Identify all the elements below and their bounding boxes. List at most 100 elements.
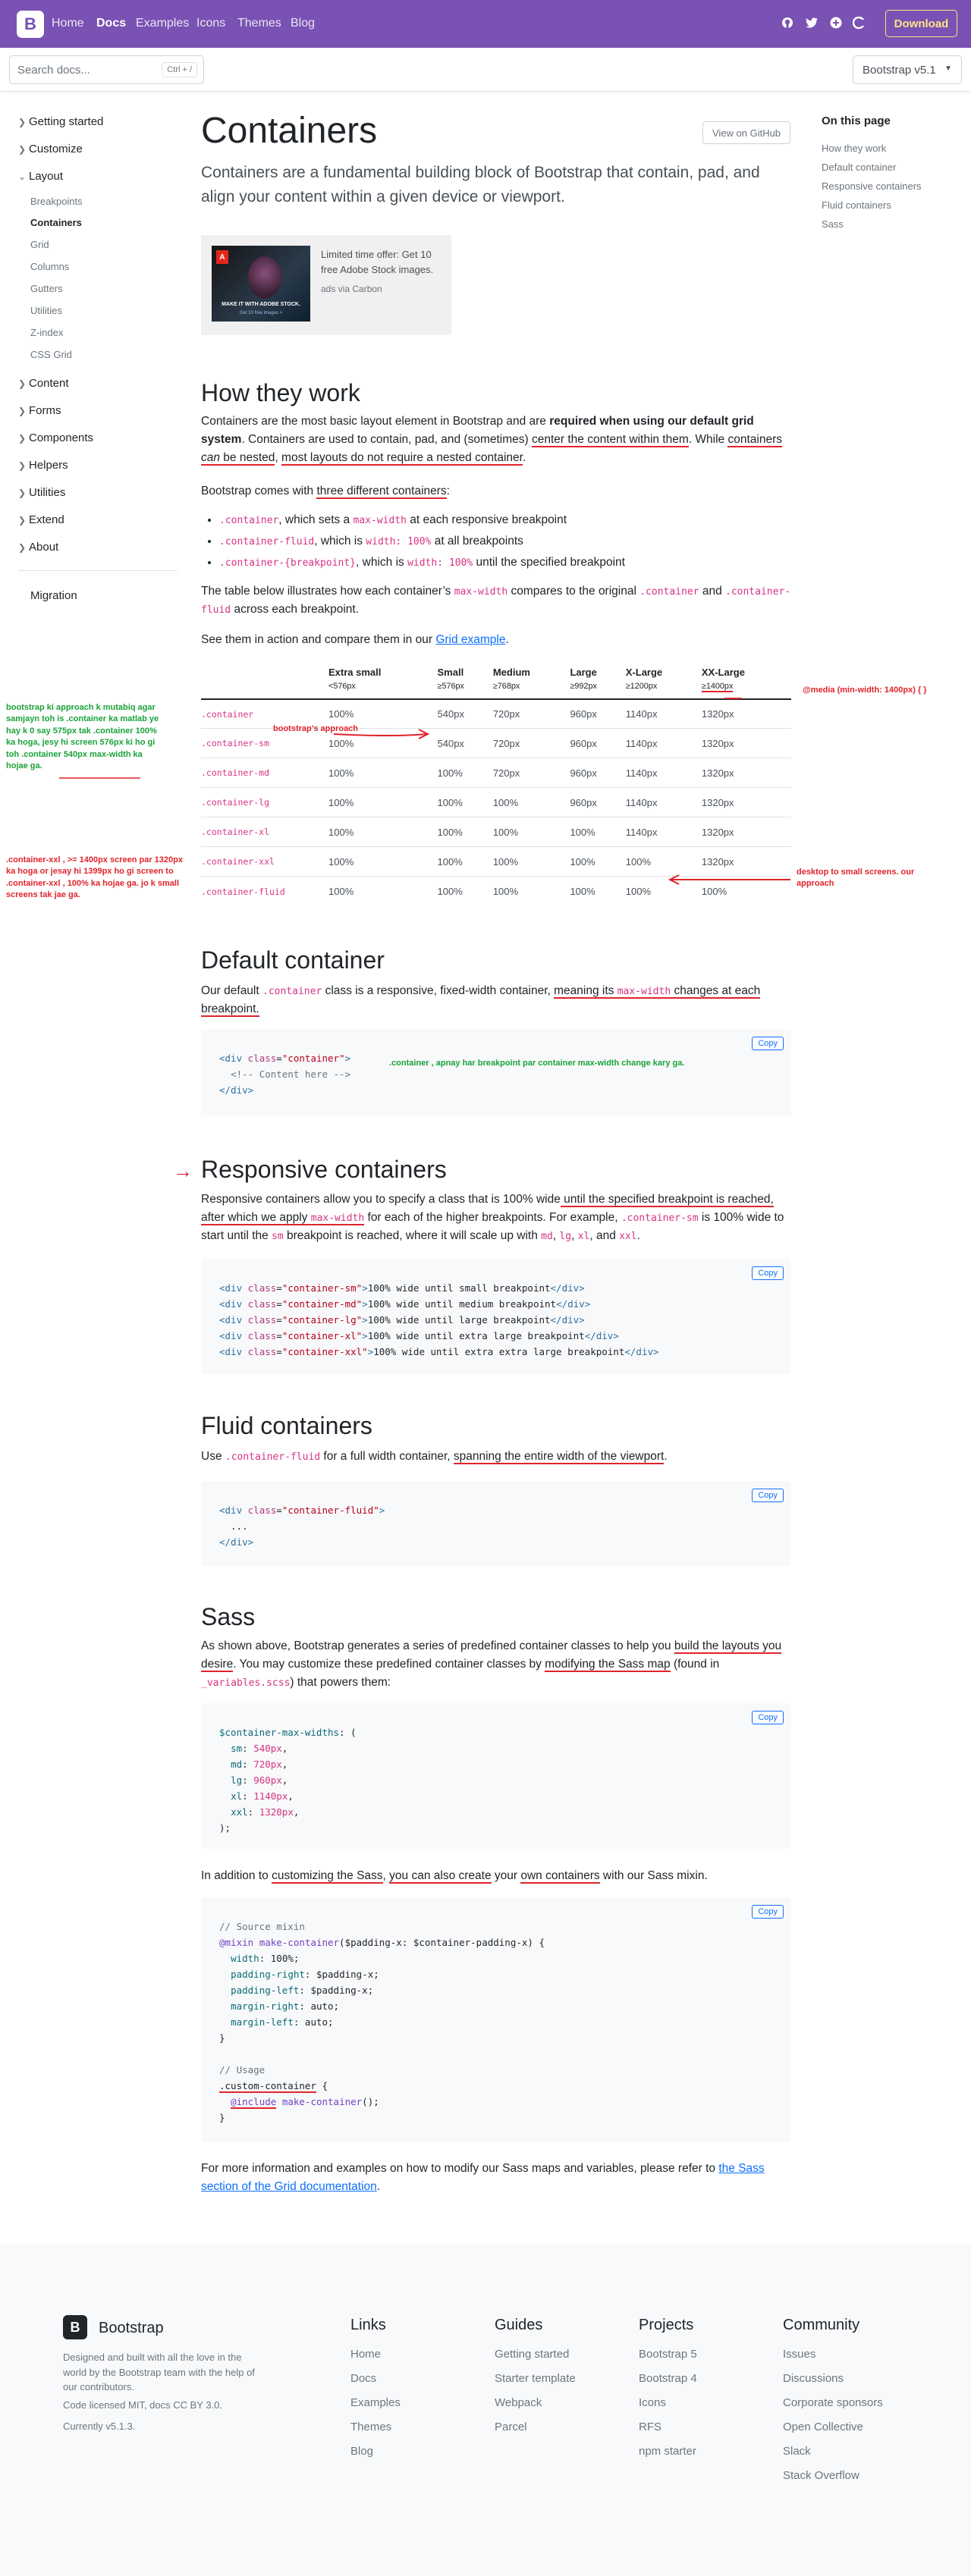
copy-button[interactable]: Copy [752,1266,784,1280]
code-token: md [231,1759,243,1770]
code-token: class [247,1282,277,1294]
code-block-fluid: Copy <div class="container-fluid"> ... <… [201,1481,791,1566]
code-token: </div> [550,1314,585,1326]
code-block-default: Copy <div class="container"> <!-- Conten… [201,1029,791,1115]
code-block-sass-map: Copy $container-max-widths: ( sm: 540px,… [201,1703,791,1849]
footer-column-title: Community [783,2317,860,2333]
code-line: <div class="container-xl">100% wide unti… [219,1330,619,1341]
annotation-default-note: .container , apnay har breakpoint par co… [389,1059,685,1068]
code-line: <div class="container-lg">100% wide unti… [219,1314,585,1326]
footer-link[interactable]: Discussions [783,2372,844,2385]
code-token: "container-sm" [281,1282,363,1294]
code-token: <div [219,1346,243,1357]
footer-link[interactable]: Home [350,2348,381,2361]
copy-button[interactable]: Copy [752,1905,784,1919]
code-token: 1140px [253,1790,288,1802]
footer-column-title: Links [350,2317,386,2333]
section-heading-fluid-containers: Fluid containers [201,1412,372,1439]
footer-link[interactable]: Open Collective [783,2421,863,2433]
code-token: 540px [253,1743,282,1754]
footer-column-title: Guides [495,2317,543,2333]
code-sass-map: $container-max-widths: ( sm: 540px, md: … [219,1727,357,1834]
footer-link[interactable]: Parcel [495,2421,527,2433]
sass-paragraph-1: As shown above, Bootstrap generates a se… [201,1639,782,1690]
code-block-sass-mixin: Copy // Source mixin @mixin make-contain… [201,1897,791,2141]
code-token: make-container [281,2096,363,2107]
code-token: make-container [259,1937,340,1948]
code-token: "container-lg" [281,1314,363,1326]
footer-link[interactable]: Icons [639,2396,666,2409]
footer-brand[interactable]: Bootstrap [99,2320,164,2337]
code-token: xl [231,1790,243,1802]
code-token: .custom-container [219,2080,316,2093]
footer-link[interactable]: Getting started [495,2348,569,2361]
copy-button[interactable]: Copy [752,1037,784,1050]
footer-link[interactable]: Starter template [495,2372,576,2385]
annotation-strokes [59,698,790,885]
code-token: padding-right [231,1969,305,1980]
code-token: 100% wide until large breakpoint [367,1314,551,1326]
code-token: sm [231,1743,243,1754]
code-token: </div> [624,1346,659,1357]
footer-link[interactable]: Corporate sponsors [783,2396,883,2409]
code-token: <div [219,1298,243,1310]
code-token: auto [304,2016,328,2028]
code-token: 100% wide until medium breakpoint [367,1298,557,1310]
code-token: class [247,1346,277,1357]
code-token: "container-xl" [281,1330,363,1341]
footer-link[interactable]: Examples [350,2396,401,2409]
footer-version: Currently v5.1.3. [63,2421,136,2432]
code-token: 100% wide until extra extra large breakp… [373,1346,625,1357]
fluid-paragraph: Use .container-fluid for a full width co… [201,1450,668,1464]
code-token: @mixin [219,1937,254,1948]
section-heading-responsive-containers: Responsive containers [201,1156,447,1183]
footer-link[interactable]: Bootstrap 5 [639,2348,697,2361]
code-token: class [247,1298,277,1310]
code-token: > [362,1298,368,1310]
code-token: auto [310,2000,334,2012]
code-fluid: <div class="container-fluid"> ... </div> [219,1504,385,1548]
copy-button[interactable]: Copy [752,1489,784,1502]
sass-paragraph-3: For more information and examples on how… [201,2162,765,2194]
section-heading-sass: Sass [201,1603,256,1630]
code-token: </div> [550,1282,585,1294]
code-token: > [362,1314,368,1326]
code-token: lg [231,1774,243,1786]
footer-link[interactable]: Themes [350,2421,391,2433]
footer-link[interactable]: Issues [783,2348,815,2361]
code-token: // Usage [219,2064,266,2076]
footer-link[interactable]: Stack Overflow [783,2469,859,2482]
code-responsive: <div class="container-sm">100% wide unti… [219,1280,659,1360]
footer-link[interactable]: Bootstrap 4 [639,2372,697,2385]
footer-link[interactable]: npm starter [639,2445,696,2458]
code-token: "container-md" [281,1298,363,1310]
code-token: <div [219,1282,243,1294]
code-token: 100% [270,1953,294,1964]
arrow-right-icon: → [173,1159,193,1182]
code-token: $padding-x [316,1969,374,1980]
footer-link[interactable]: Blog [350,2445,373,2458]
sass-paragraph-2: In addition to customizing the Sass, you… [201,1869,708,1884]
copy-button[interactable]: Copy [752,1711,784,1724]
code-token: margin-left [231,2016,294,2028]
code-token: width [231,1953,259,1964]
code-block-responsive: Copy <div class="container-sm">100% wide… [201,1259,791,1374]
responsive-paragraph: Responsive containers allow you to speci… [201,1193,784,1243]
footer-column-title: Projects [639,2317,694,2333]
code-token: padding-left [231,1985,300,1996]
code-token: // Source mixin [219,1921,305,1932]
footer-link[interactable]: Slack [783,2445,811,2458]
code-token: <div [219,1314,243,1326]
footer-link[interactable]: Docs [350,2372,376,2385]
footer-logo[interactable]: B [63,2315,87,2339]
code-token: </div> [584,1330,619,1341]
code-token: > [362,1282,368,1294]
code-token: 100% wide until extra large breakpoint [367,1330,585,1341]
footer-description: Designed and built with all the love in … [63,2352,255,2392]
default-paragraph: Our default .container class is a respon… [201,984,761,1018]
footer-link[interactable]: Webpack [495,2396,542,2409]
footer-link[interactable]: RFS [639,2421,661,2433]
code-token: "container-xxl" [281,1346,368,1357]
code-token: class [247,1314,277,1326]
footer-license: Code licensed MIT, docs CC BY 3.0. [63,2399,223,2411]
